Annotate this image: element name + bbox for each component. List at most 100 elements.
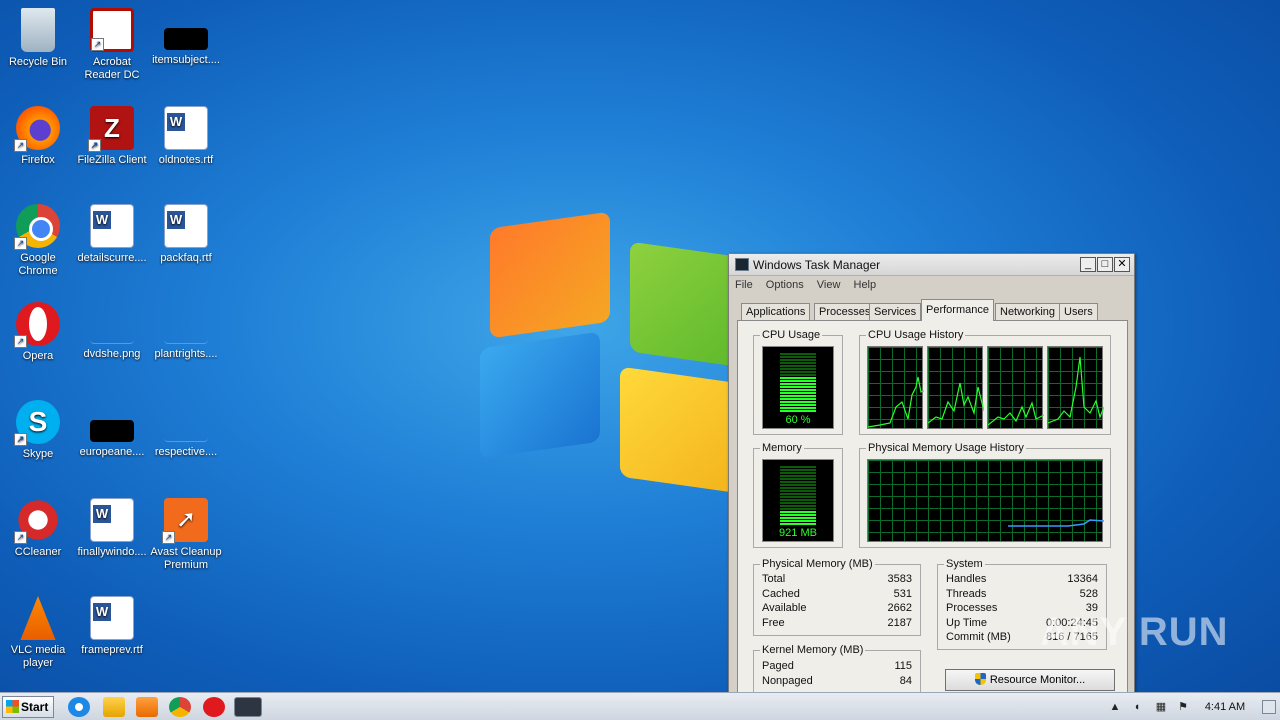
desktop-icon-label: Opera xyxy=(22,350,54,362)
desktop-icon-detailscurre[interactable]: detailscurre.... xyxy=(74,204,150,265)
volume-icon[interactable]: ◖ xyxy=(1130,700,1144,714)
menu-view[interactable]: View xyxy=(817,276,841,295)
cpu-history-title: CPU Usage History xyxy=(866,329,966,341)
desktop-icon-skype[interactable]: S ↗ Skype xyxy=(0,400,76,461)
desktop-icon-label: dvdshe.png xyxy=(83,348,141,360)
desktop-icon-plantrights[interactable]: plantrights.... xyxy=(148,302,224,361)
desktop-icon-frameprev[interactable]: frameprev.rtf xyxy=(74,596,150,657)
chrome-taskbar-icon[interactable] xyxy=(169,697,191,717)
tab-applications[interactable]: Applications xyxy=(741,303,811,321)
blank-file-icon xyxy=(164,322,208,344)
vlc-cone-icon xyxy=(20,596,56,640)
kernel-memory-group: Kernel Memory (MB) Paged 115 Nonpaged 84 xyxy=(753,644,921,696)
start-button[interactable]: Start xyxy=(2,696,54,718)
desktop-icon-firefox[interactable]: ↗ Firefox xyxy=(0,106,76,167)
close-button[interactable]: ✕ xyxy=(1114,257,1130,272)
windows-logo-wallpaper xyxy=(460,210,760,510)
stat-label: Total xyxy=(762,573,786,585)
chrome-icon: ↗ xyxy=(14,204,60,250)
kernel-memory-title: Kernel Memory (MB) xyxy=(760,644,866,656)
task-manager-taskbar-button[interactable] xyxy=(234,697,262,717)
desktop-icon-respective[interactable]: respective.... xyxy=(148,400,224,459)
desktop-icon-dvdshe[interactable]: dvdshe.png xyxy=(74,302,150,361)
firefox-icon: ↗ xyxy=(14,106,60,152)
desktop-icon-vlc[interactable]: VLC media player xyxy=(0,596,76,670)
show-hidden-icons-arrow-icon[interactable]: ▲ xyxy=(1108,700,1122,714)
physical-memory-table: Total 3583 Cached 531 Available 2662 Fre… xyxy=(762,573,912,633)
desktop-icon-oldnotes[interactable]: oldnotes.rtf xyxy=(148,106,224,167)
menu-options[interactable]: Options xyxy=(766,276,804,295)
shortcut-arrow-icon: ↗ xyxy=(162,531,175,544)
skype-icon: S ↗ xyxy=(14,400,60,446)
desktop-icon-label: finallywindo.... xyxy=(77,546,147,558)
window-title: Windows Task Manager xyxy=(753,258,881,272)
memory-meter: 921 MB xyxy=(762,459,834,542)
file-explorer-icon[interactable] xyxy=(103,697,125,717)
resource-monitor-button[interactable]: Resource Monitor... xyxy=(945,669,1115,691)
desktop-icon-opera[interactable]: ↗ Opera xyxy=(0,302,76,363)
tab-users[interactable]: Users xyxy=(1059,303,1098,321)
desktop-icon-chrome[interactable]: ↗ Google Chrome xyxy=(0,204,76,278)
system-clock[interactable]: 4:41 AM xyxy=(1190,693,1260,720)
media-player-icon[interactable] xyxy=(136,697,158,717)
rocket-icon: ➚ ↗ xyxy=(162,498,208,544)
desktop-icon-label: detailscurre.... xyxy=(77,252,147,264)
cpu-history-group: CPU Usage History xyxy=(859,329,1111,435)
desktop-icon-finallywindo[interactable]: finallywindo.... xyxy=(74,498,150,559)
opera-taskbar-icon[interactable] xyxy=(203,697,225,717)
shortcut-arrow-icon: ↗ xyxy=(14,335,27,348)
black-file-icon xyxy=(164,28,208,50)
stat-label: Threads xyxy=(946,588,987,600)
tab-services[interactable]: Services xyxy=(869,303,922,321)
resource-monitor-label: Resource Monitor... xyxy=(989,674,1086,686)
desktop-icon-label: Recycle Bin xyxy=(8,56,68,68)
start-label: Start xyxy=(21,700,49,714)
menu-file[interactable]: File xyxy=(735,276,753,295)
maximize-button[interactable]: □ xyxy=(1097,257,1113,272)
desktop-icon-avast-cleanup[interactable]: ➚ ↗ Avast Cleanup Premium xyxy=(148,498,224,572)
blank-file-icon xyxy=(164,420,208,442)
desktop-icon-packfaq[interactable]: packfaq.rtf xyxy=(148,204,224,265)
tab-performance[interactable]: Performance xyxy=(921,299,994,321)
windows-flag-icon xyxy=(6,700,19,713)
desktop-icon-label: FileZilla Client xyxy=(77,154,147,166)
desktop-icon-label: Firefox xyxy=(21,154,55,166)
stat-value: 2187 xyxy=(887,617,912,629)
desktop-icon-label: Skype xyxy=(22,448,54,460)
stat-label: Paged xyxy=(762,660,794,672)
memory-group: Memory 921 MB xyxy=(753,442,843,548)
desktop-icon-ccleaner[interactable]: ↗ CCleaner xyxy=(0,498,76,559)
internet-explorer-icon[interactable] xyxy=(68,697,90,717)
desktop-icon-filezilla[interactable]: Z ↗ FileZilla Client xyxy=(74,106,150,167)
action-center-flag-icon[interactable]: ⚑ xyxy=(1176,700,1190,714)
desktop-icon-itemsubject[interactable]: itemsubject.... xyxy=(148,8,224,67)
memory-meter-fill xyxy=(780,511,816,526)
cpu-core-graph-1 xyxy=(867,346,924,429)
tab-processes[interactable]: Processes xyxy=(814,303,876,321)
network-icon[interactable]: ▦ xyxy=(1154,700,1168,714)
shortcut-arrow-icon: ↗ xyxy=(14,531,27,544)
desktop-icon-label: respective.... xyxy=(154,446,218,458)
desktop-icon-europeane[interactable]: europeane.... xyxy=(74,400,150,459)
desktop-icon-recycle-bin[interactable]: Recycle Bin xyxy=(0,8,76,69)
memory-value: 921 MB xyxy=(779,527,817,539)
physical-memory-group: Physical Memory (MB) Total 3583 Cached 5… xyxy=(753,558,921,636)
ccleaner-icon: ↗ xyxy=(14,498,60,544)
tab-networking[interactable]: Networking xyxy=(995,303,1061,321)
cpu-core-graph-2 xyxy=(927,346,984,429)
word-document-icon xyxy=(90,204,134,248)
menu-help[interactable]: Help xyxy=(854,276,877,295)
desktop-icon-label: oldnotes.rtf xyxy=(158,154,214,166)
minimize-button[interactable]: _ xyxy=(1080,257,1096,272)
recycle-bin-icon xyxy=(21,8,55,52)
desktop-icon-label: Avast Cleanup Premium xyxy=(150,546,222,571)
shortcut-arrow-icon: ↗ xyxy=(14,433,27,446)
desktop-icon-acrobat[interactable]: ↗ Acrobat Reader DC xyxy=(74,8,150,82)
physical-memory-title: Physical Memory (MB) xyxy=(760,558,875,570)
stat-label: Commit (MB) xyxy=(946,631,1011,643)
show-desktop-button[interactable] xyxy=(1262,700,1276,714)
title-bar[interactable]: Windows Task Manager _ □ ✕ xyxy=(729,254,1134,276)
task-manager-icon xyxy=(735,258,749,271)
image-file-icon xyxy=(90,322,134,344)
system-title: System xyxy=(944,558,985,570)
